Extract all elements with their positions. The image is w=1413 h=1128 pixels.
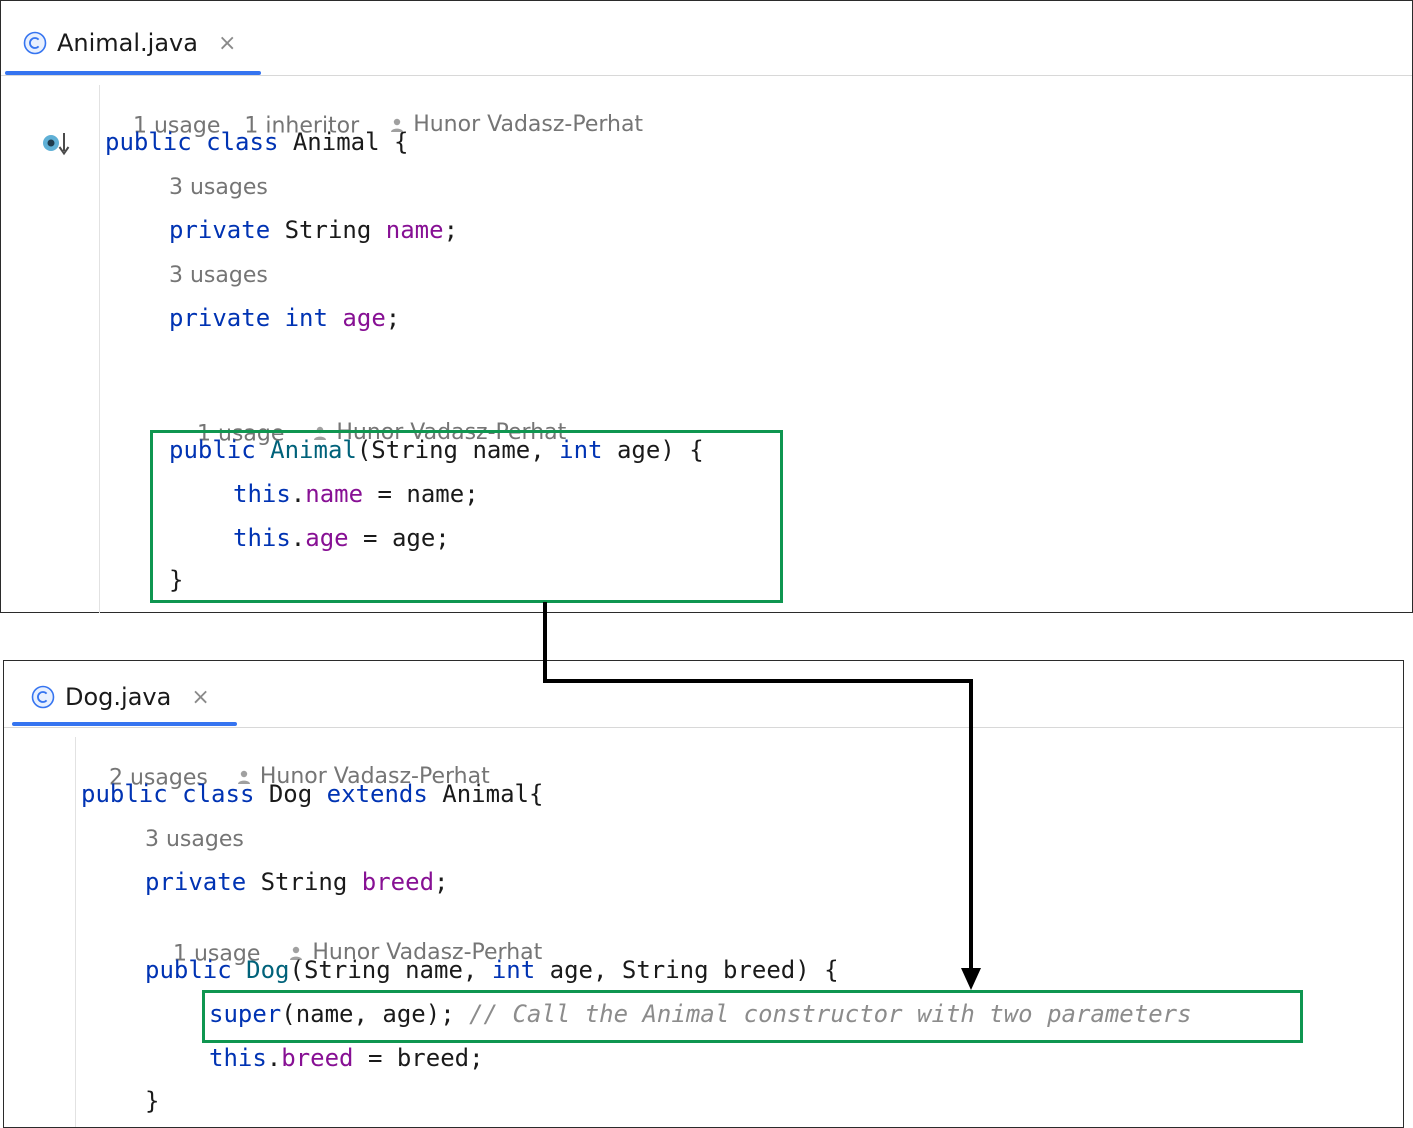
connector-arrow xyxy=(543,602,981,990)
